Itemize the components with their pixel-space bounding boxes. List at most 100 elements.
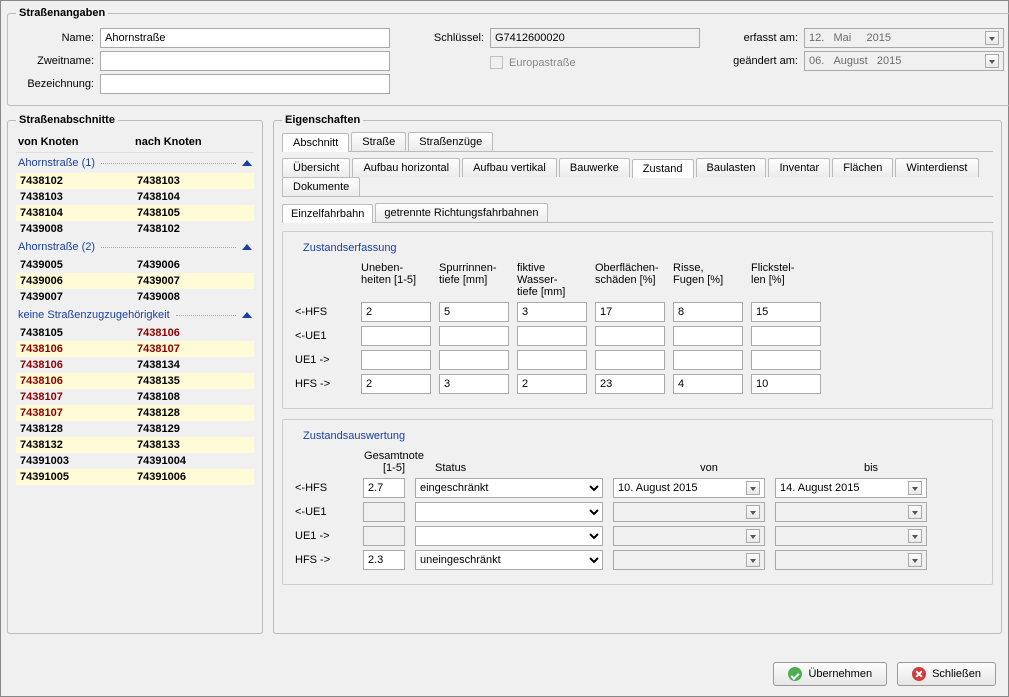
ze-input[interactable] (751, 326, 821, 346)
ze-input[interactable] (751, 350, 821, 370)
ze-input[interactable] (517, 302, 587, 322)
ze-input[interactable] (673, 326, 743, 346)
ze-input[interactable] (439, 350, 509, 370)
head-bis: bis (795, 462, 947, 474)
section-row[interactable]: 74390077439008 (16, 289, 254, 305)
calendar-icon[interactable] (908, 481, 922, 495)
za-note-input[interactable] (363, 550, 405, 570)
section-row[interactable]: 7439100374391004 (16, 453, 254, 469)
za-von-date[interactable] (613, 550, 765, 570)
ze-input[interactable] (517, 326, 587, 346)
tab-dokumente[interactable]: Dokumente (282, 177, 360, 196)
ze-input[interactable] (361, 326, 431, 346)
tab-aufbau-vertikal[interactable]: Aufbau vertikal (462, 158, 557, 177)
za-von-date[interactable]: 10. August 2015 (613, 478, 765, 498)
za-status-select[interactable]: uneingeschränkt (415, 550, 603, 570)
section-row[interactable]: 74381067438107 (16, 341, 254, 357)
zweitname-input[interactable] (100, 51, 390, 71)
checkmark-icon (788, 667, 802, 681)
ze-input[interactable] (673, 374, 743, 394)
ze-input[interactable] (439, 302, 509, 322)
tab-inventar[interactable]: Inventar (768, 158, 830, 177)
from-node: 7438107 (18, 406, 135, 420)
group-label: keine Straßenzugzugehörigkeit (18, 309, 170, 321)
calendar-icon[interactable] (908, 553, 922, 567)
section-row[interactable]: 74390067439007 (16, 273, 254, 289)
tab-abschnitt[interactable]: Abschnitt (282, 133, 349, 152)
za-status-select[interactable] (415, 526, 603, 546)
za-bis-date[interactable] (775, 550, 927, 570)
bezeichnung-input[interactable] (100, 74, 390, 94)
ze-input[interactable] (517, 374, 587, 394)
za-bis-date[interactable] (775, 526, 927, 546)
za-note-input (363, 526, 405, 546)
za-status-select[interactable] (415, 502, 603, 522)
close-button[interactable]: Schließen (897, 662, 996, 686)
ze-input[interactable] (673, 350, 743, 370)
tab-baulasten[interactable]: Baulasten (696, 158, 767, 177)
section-row[interactable]: 74381067438135 (16, 373, 254, 389)
to-node: 7439006 (135, 258, 252, 272)
from-node: 7438103 (18, 190, 135, 204)
section-row[interactable]: 74390057439006 (16, 257, 254, 273)
ze-input[interactable] (361, 302, 431, 322)
from-node: 7438132 (18, 438, 135, 452)
calendar-icon[interactable] (908, 529, 922, 543)
tab-stra-e[interactable]: Straße (351, 132, 406, 151)
ze-input[interactable] (595, 374, 665, 394)
from-node: 7439008 (18, 222, 135, 236)
tab-zustand[interactable]: Zustand (632, 159, 694, 178)
apply-button[interactable]: Übernehmen (773, 662, 887, 686)
section-row[interactable]: 74381027438103 (16, 173, 254, 189)
ze-input[interactable] (517, 350, 587, 370)
za-von-date[interactable] (613, 526, 765, 546)
ze-input[interactable] (595, 326, 665, 346)
section-row[interactable]: 74381077438108 (16, 389, 254, 405)
tab-einzelfahrbahn[interactable]: Einzelfahrbahn (282, 204, 373, 223)
tab-fl-chen[interactable]: Flächen (832, 158, 893, 177)
tabs-lane: Einzelfahrbahngetrennte Richtungsfahrbah… (282, 203, 993, 223)
calendar-icon[interactable] (746, 505, 760, 519)
ze-input[interactable] (439, 374, 509, 394)
section-row[interactable]: 74381057438106 (16, 325, 254, 341)
ze-input[interactable] (595, 350, 665, 370)
tab-bauwerke[interactable]: Bauwerke (559, 158, 630, 177)
tab-stra-enz-ge[interactable]: Straßenzüge (408, 132, 493, 151)
ze-row: UE1 -> (295, 350, 980, 370)
ze-input[interactable] (751, 374, 821, 394)
group-row[interactable]: Ahornstraße (2) (16, 237, 254, 257)
za-von-date[interactable] (613, 502, 765, 522)
group-row[interactable]: Ahornstraße (1) (16, 153, 254, 173)
section-row[interactable]: 7439100574391006 (16, 469, 254, 485)
calendar-icon[interactable] (746, 481, 760, 495)
name-input[interactable] (100, 28, 390, 48)
section-row[interactable]: 74381327438133 (16, 437, 254, 453)
tab--bersicht[interactable]: Übersicht (282, 158, 350, 177)
ze-input[interactable] (439, 326, 509, 346)
from-node: 7438128 (18, 422, 135, 436)
section-row[interactable]: 74381047438105 (16, 205, 254, 221)
section-row[interactable]: 74390087438102 (16, 221, 254, 237)
properties-title: Eigenschaften (282, 114, 363, 126)
section-row[interactable]: 74381077438128 (16, 405, 254, 421)
group-row[interactable]: keine Straßenzugzugehörigkeit (16, 305, 254, 325)
ze-input[interactable] (673, 302, 743, 322)
za-bis-date[interactable]: 14. August 2015 (775, 478, 927, 498)
tab-winterdienst[interactable]: Winterdienst (895, 158, 978, 177)
section-row[interactable]: 74381287438129 (16, 421, 254, 437)
ze-input[interactable] (361, 350, 431, 370)
tab-getrennte-richtungsfahrbahnen[interactable]: getrennte Richtungsfahrbahnen (375, 203, 547, 222)
tab-aufbau-horizontal[interactable]: Aufbau horizontal (352, 158, 460, 177)
section-row[interactable]: 74381067438134 (16, 357, 254, 373)
za-status-select[interactable]: eingeschränkt (415, 478, 603, 498)
calendar-icon[interactable] (908, 505, 922, 519)
calendar-icon[interactable] (746, 529, 760, 543)
ze-input[interactable] (595, 302, 665, 322)
ze-input[interactable] (361, 374, 431, 394)
calendar-icon[interactable] (746, 553, 760, 567)
from-node: 7439007 (18, 290, 135, 304)
za-note-input[interactable] (363, 478, 405, 498)
za-bis-date[interactable] (775, 502, 927, 522)
ze-input[interactable] (751, 302, 821, 322)
section-row[interactable]: 74381037438104 (16, 189, 254, 205)
